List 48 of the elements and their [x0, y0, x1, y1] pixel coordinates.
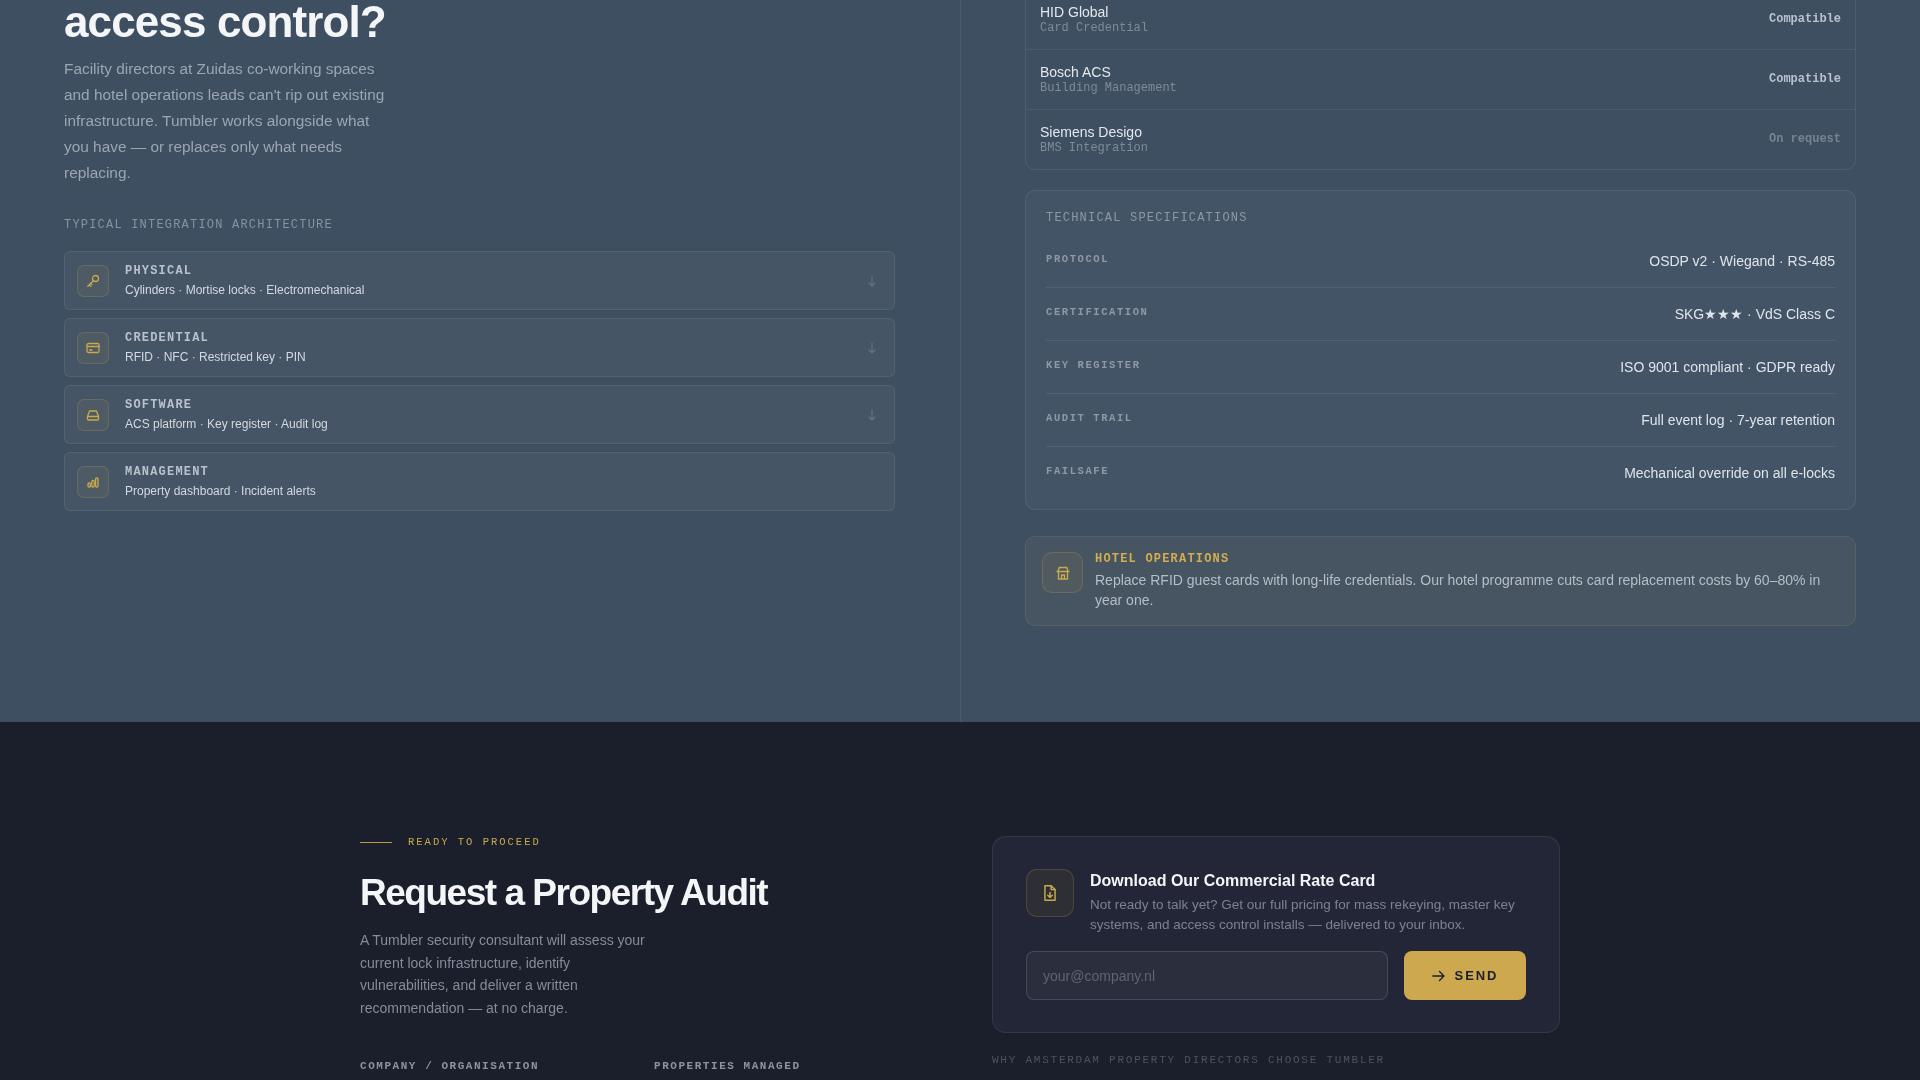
layer-title: MANAGEMENT: [125, 463, 210, 480]
layer-title: PHYSICAL: [125, 262, 194, 279]
spec-label: PROTOCOL: [1046, 252, 1109, 266]
spec-value: SKG★★★ · VdS Class C: [1674, 305, 1835, 324]
intro-paragraph: Facility directors at Zuidas co-working spaces and hotel operations leads can't rip out existing infrastructure. Tumbler works alongside what you have — or replaces only what needs replacing.: [64, 59, 386, 183]
section-heading: Request a Property Audit: [360, 871, 769, 914]
card-title: TECHNICAL SPECIFICATIONS: [1046, 211, 1249, 225]
layer-description: Property dashboard · Incident alerts: [125, 482, 317, 500]
card-title: Download Our Commercial Rate Card: [1090, 871, 1377, 891]
spec-label: CERTIFICATION: [1046, 305, 1149, 319]
status-label: Compatible: [1769, 72, 1841, 87]
bar-chart-icon: [77, 465, 109, 498]
storefront-icon: [1042, 552, 1083, 593]
drive-icon: [77, 398, 109, 431]
vendor-type: Building Management: [1040, 81, 1177, 96]
arrow-right-icon: [1431, 969, 1445, 982]
field-label: PROPERTIES MANAGED: [654, 1059, 802, 1074]
vendor-type: Card Credential: [1040, 21, 1149, 36]
key-icon: [77, 264, 109, 297]
section-heading: access control?: [64, 0, 387, 44]
spec-value: ISO 9001 compliant · GDPR ready: [1620, 358, 1835, 377]
spec-label: FAILSAFE: [1046, 464, 1109, 478]
card-description: Not ready to talk yet? Get our full pricing for mass rekeying, master key systems, and access control installs — delivered to your inbox.: [1090, 896, 1516, 934]
layer-description: RFID · NFC · Restricted key · PIN: [125, 348, 307, 366]
spec-value: OSDP v2 · Wiegand · RS-485: [1649, 252, 1835, 271]
vendor-type: BMS Integration: [1040, 141, 1149, 156]
field-label: COMPANY / ORGANISATION: [360, 1059, 541, 1074]
section-label: TYPICAL INTEGRATION ARCHITECTURE: [64, 218, 334, 232]
file-download-icon: [1026, 869, 1074, 917]
card-icon: [77, 331, 109, 364]
eyebrow-label: READY TO PROCEED: [408, 836, 541, 849]
spec-label: KEY REGISTER: [1046, 358, 1141, 372]
callout-title: HOTEL OPERATIONS: [1095, 552, 1231, 567]
vendor-name: Bosch ACS: [1040, 63, 1112, 81]
spec-label: AUDIT TRAIL: [1046, 411, 1133, 425]
layer-title: SOFTWARE: [125, 396, 194, 413]
status-label: Compatible: [1769, 12, 1841, 27]
status-label: On request: [1769, 132, 1841, 147]
layer-description: ACS platform · Key register · Audit log: [125, 415, 329, 433]
callout-text: Replace RFID guest cards with long-life credentials. Our hotel programme cuts card replacement costs by 60–80% in year one.: [1095, 571, 1822, 610]
send-button[interactable]: SEND: [1404, 951, 1526, 1000]
vendor-name: HID Global: [1040, 3, 1110, 21]
intro-paragraph: A Tumbler security consultant will assess your current lock infrastructure, identify vulnerabilities, and deliver a written recommendation — at no charge.: [360, 931, 646, 1018]
spec-value: Mechanical override on all e-locks: [1624, 464, 1835, 483]
spec-value: Full event log · 7-year retention: [1641, 411, 1835, 430]
vendor-name: Siemens Desigo: [1040, 123, 1143, 141]
layer-description: Cylinders · Mortise locks · Electromechanical: [125, 281, 366, 299]
layer-title: CREDENTIAL: [125, 329, 210, 346]
